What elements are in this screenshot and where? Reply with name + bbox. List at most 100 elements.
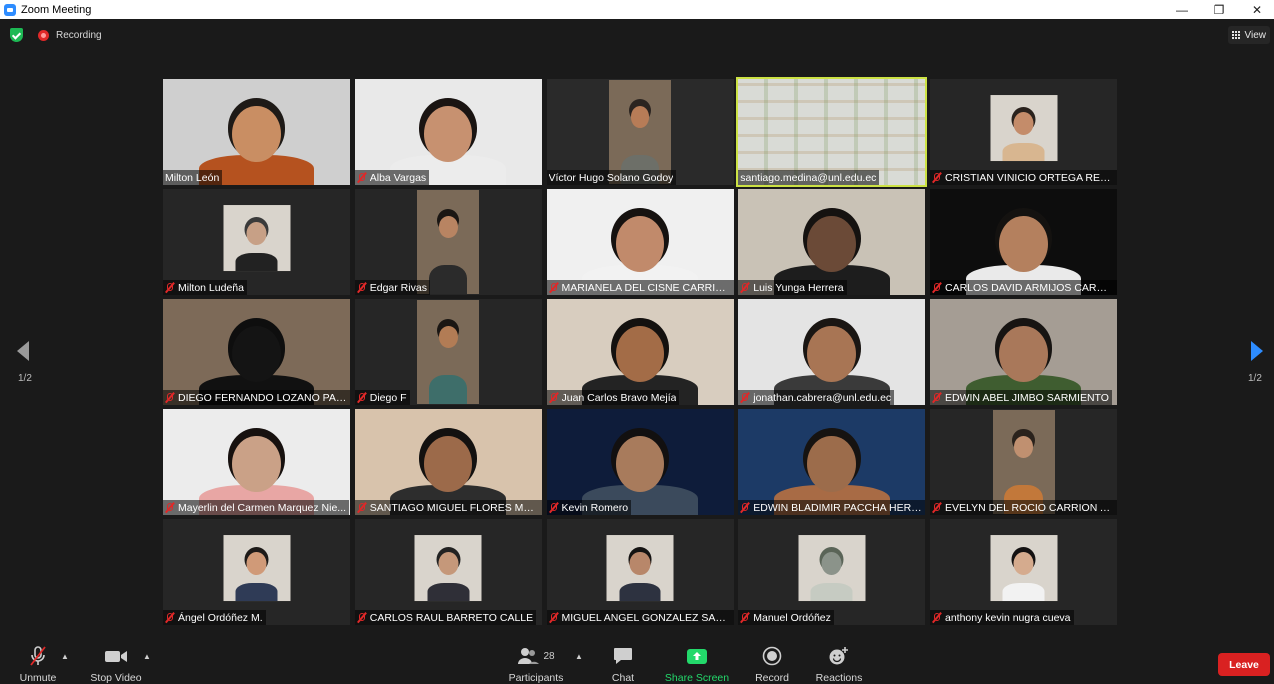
muted-microphone-icon: [549, 392, 558, 403]
participant-tile[interactable]: Kevin Romero: [546, 409, 734, 515]
participant-name: Milton Ludeña: [178, 281, 244, 294]
participant-name: SANTIAGO MIGUEL FLORES MEDI...: [369, 501, 539, 514]
participant-tile[interactable]: Luis Yunga Herrera: [738, 189, 926, 295]
grid-view-icon: [1232, 31, 1241, 40]
participant-name: CRISTIAN VINICIO ORTEGA REYES: [945, 171, 1114, 184]
participant-tile[interactable]: CARLOS RAUL BARRETO CALLE: [354, 519, 542, 625]
leave-button[interactable]: Leave: [1218, 653, 1270, 676]
muted-microphone-icon: [357, 172, 366, 183]
participant-name: Víctor Hugo Solano Godoy: [548, 171, 674, 184]
participant-name: Edgar Rivas: [369, 281, 427, 294]
participant-name: EDWIN ABEL JIMBO SARMIENTO: [945, 391, 1109, 404]
participant-tile[interactable]: CARLOS DAVID ARMIJOS CARRION: [930, 189, 1117, 295]
chat-label: Chat: [611, 672, 635, 684]
participant-name-bar: Milton Ludeña: [163, 280, 247, 295]
participants-button[interactable]: 28 Participants: [505, 644, 567, 684]
close-button[interactable]: ✕: [1238, 0, 1274, 19]
participant-name: Manuel Ordóñez: [753, 611, 831, 624]
muted-microphone-icon: [740, 282, 749, 293]
audio-options-caret-icon[interactable]: ▲: [61, 652, 69, 661]
share-screen-label: Share Screen: [664, 672, 730, 684]
participant-name-bar: SANTIAGO MIGUEL FLORES MEDI...: [354, 500, 542, 515]
participant-name: Juan Carlos Bravo Mejía: [561, 391, 677, 404]
next-page-arrow-icon[interactable]: [1249, 340, 1265, 362]
participant-name: Luis Yunga Herrera: [753, 281, 844, 294]
participant-tile[interactable]: Edgar Rivas: [354, 189, 542, 295]
muted-microphone-icon: [165, 502, 174, 513]
reactions-button[interactable]: Reactions: [814, 644, 864, 684]
security-shield-icon[interactable]: [10, 28, 23, 42]
participant-name-bar: Manuel Ordóñez: [738, 610, 834, 625]
participant-tile[interactable]: jonathan.cabrera@unl.edu.ec: [738, 299, 926, 405]
participant-tile[interactable]: Alba Vargas: [354, 79, 542, 185]
view-button[interactable]: View: [1227, 26, 1270, 44]
participant-name-bar: EDWIN ABEL JIMBO SARMIENTO: [930, 390, 1112, 405]
minimize-button[interactable]: —: [1163, 0, 1201, 19]
participant-name-bar: anthony kevin nugra cueva: [930, 610, 1074, 625]
participant-tile[interactable]: Milton León: [163, 79, 350, 185]
participants-label: Participants: [508, 672, 564, 684]
participant-tile[interactable]: Milton Ludeña: [163, 189, 350, 295]
participants-options-caret-icon[interactable]: ▲: [575, 652, 583, 661]
participant-tile[interactable]: Diego F: [354, 299, 542, 405]
participant-name-bar: jonathan.cabrera@unl.edu.ec: [738, 390, 895, 405]
record-button[interactable]: Record: [751, 644, 793, 684]
muted-microphone-icon: [932, 502, 941, 513]
unmute-button[interactable]: Unmute: [16, 644, 60, 684]
participant-tile[interactable]: CRISTIAN VINICIO ORTEGA REYES: [930, 79, 1117, 185]
participant-name: jonathan.cabrera@unl.edu.ec: [753, 391, 892, 404]
participant-tile[interactable]: EDWIN ABEL JIMBO SARMIENTO: [930, 299, 1117, 405]
muted-microphone-icon: [740, 612, 749, 623]
restore-button[interactable]: ❐: [1200, 0, 1238, 19]
recording-icon[interactable]: [38, 30, 49, 41]
microphone-muted-icon: [27, 644, 49, 668]
participant-tile[interactable]: SANTIAGO MIGUEL FLORES MEDI...: [354, 409, 542, 515]
muted-microphone-icon: [932, 392, 941, 403]
video-camera-icon: [104, 644, 128, 668]
muted-microphone-icon: [357, 392, 366, 403]
muted-microphone-icon: [549, 502, 558, 513]
participant-tile[interactable]: DIEGO FERNANDO LOZANO PARE...: [163, 299, 350, 405]
participant-tile[interactable]: MIGUEL ANGEL GONZALEZ SAMA...: [546, 519, 734, 625]
video-options-caret-icon[interactable]: ▲: [143, 652, 151, 661]
participant-tile[interactable]: Manuel Ordóñez: [738, 519, 926, 625]
participant-name: Milton León: [165, 171, 220, 184]
muted-microphone-icon: [165, 392, 174, 403]
video-gallery: Milton León Alba Vargas Víctor Hugo Solano…: [163, 77, 1117, 625]
recording-label[interactable]: Recording: [56, 30, 102, 41]
reactions-label: Reactions: [815, 672, 863, 684]
share-screen-button[interactable]: Share Screen: [664, 644, 730, 684]
participant-tile[interactable]: Ángel Ordóñez M.: [163, 519, 350, 625]
participant-tile[interactable]: Mayerlin del Carmen Marquez Nie...: [163, 409, 350, 515]
participant-tile[interactable]: EVELYN DEL ROCIO CARRION AG...: [930, 409, 1117, 515]
participant-name: CARLOS RAUL BARRETO CALLE: [369, 611, 534, 624]
participant-tile[interactable]: MARIANELA DEL CISNE CARRION...: [546, 189, 734, 295]
participant-name: Kevin Romero: [561, 501, 629, 514]
participant-name-bar: Mayerlin del Carmen Marquez Nie...: [163, 500, 350, 515]
participant-name: anthony kevin nugra cueva: [945, 611, 1071, 624]
zoom-app-icon: [4, 3, 16, 16]
participant-name-bar: Víctor Hugo Solano Godoy: [546, 170, 677, 185]
chat-button[interactable]: Chat: [603, 644, 643, 684]
previous-page-arrow-icon[interactable]: [15, 340, 31, 362]
participant-name: EVELYN DEL ROCIO CARRION AG...: [945, 501, 1114, 514]
unmute-label: Unmute: [19, 672, 57, 684]
participant-name-bar: Diego F: [354, 390, 410, 405]
muted-microphone-icon: [165, 612, 174, 623]
participant-name: CARLOS DAVID ARMIJOS CARRION: [945, 281, 1114, 294]
window-title: Zoom Meeting: [21, 3, 92, 16]
meeting-topbar: Recording View: [0, 19, 1274, 53]
participant-tile[interactable]: santiago.medina@unl.edu.ec: [736, 77, 928, 187]
participant-tile[interactable]: anthony kevin nugra cueva: [930, 519, 1117, 625]
muted-microphone-icon: [932, 172, 941, 183]
participant-tile[interactable]: EDWIN BLADIMIR PACCHA HERRE...: [738, 409, 926, 515]
chat-bubble-icon: [613, 644, 633, 668]
participant-tile[interactable]: Juan Carlos Bravo Mejía: [546, 299, 734, 405]
participant-name-bar: CARLOS DAVID ARMIJOS CARRION: [930, 280, 1117, 295]
record-label: Record: [755, 672, 789, 684]
stop-video-button[interactable]: Stop Video: [88, 644, 144, 684]
page-indicator-right: 1/2: [1248, 373, 1262, 384]
participant-name-bar: EVELYN DEL ROCIO CARRION AG...: [930, 500, 1117, 515]
participant-name: MIGUEL ANGEL GONZALEZ SAMA...: [561, 611, 731, 624]
participant-tile[interactable]: Víctor Hugo Solano Godoy: [546, 79, 734, 185]
